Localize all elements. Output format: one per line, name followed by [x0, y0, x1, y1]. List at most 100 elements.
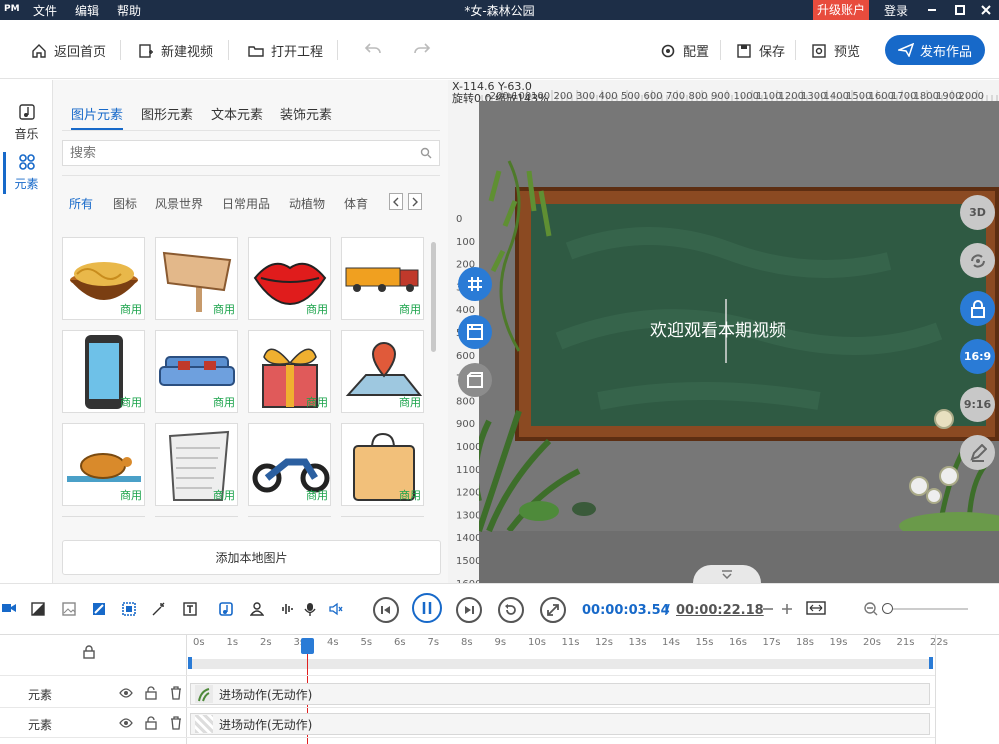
eye-icon[interactable]	[119, 718, 133, 728]
tab-shape-elements[interactable]: 图形元素	[141, 104, 193, 123]
undo-icon[interactable]	[364, 41, 382, 57]
lock-all-icon[interactable]	[82, 645, 96, 659]
category-animals-plants[interactable]: 动植物	[289, 195, 325, 212]
rotate-button[interactable]	[960, 243, 995, 278]
safe-frame-button[interactable]	[458, 315, 492, 349]
close-icon[interactable]	[975, 0, 997, 20]
fit-width-icon[interactable]	[806, 601, 826, 615]
ruler-label: 1100	[456, 465, 479, 476]
fullscreen-button[interactable]	[540, 597, 566, 623]
time-tick: 20s	[863, 637, 881, 648]
category-sports[interactable]: 体育	[344, 195, 368, 212]
element-shopping-bag[interactable]: 商用	[341, 423, 424, 506]
element-truck[interactable]: 商用	[341, 237, 424, 320]
plus-icon[interactable]	[781, 603, 793, 615]
pause-button[interactable]	[412, 593, 442, 623]
publish-button[interactable]: 发布作品	[885, 35, 985, 65]
clapboard-button[interactable]	[458, 363, 492, 397]
sidenav-item-elements[interactable]: 元素	[0, 153, 53, 192]
image-icon[interactable]	[62, 602, 76, 616]
tab-text-elements[interactable]: 文本元素	[211, 104, 263, 123]
search-icon[interactable]	[420, 147, 432, 159]
previous-button[interactable]	[373, 597, 399, 623]
trash-icon[interactable]	[170, 716, 182, 730]
element-phone[interactable]: 商用	[62, 330, 145, 413]
music-note-icon[interactable]	[219, 602, 233, 616]
eye-icon[interactable]	[119, 688, 133, 698]
time-ruler[interactable]: 0s 1s 2s 3s 4s 5s 6s 7s 8s 9s 10s 11s 12s 13s 14s 15s 16…	[187, 635, 948, 653]
element-sofa[interactable]: 商用	[155, 330, 238, 413]
track-clip[interactable]: 进场动作(无动作)	[190, 713, 930, 735]
mute-icon[interactable]	[329, 602, 343, 616]
effect-icon[interactable]	[122, 602, 136, 616]
shape-icon[interactable]	[92, 602, 106, 616]
unlock-icon[interactable]	[145, 716, 157, 730]
maximize-icon[interactable]	[949, 0, 971, 20]
element-map-pin[interactable]: 商用	[341, 330, 424, 413]
zoom-out-icon[interactable]	[864, 602, 878, 616]
element-roast-chicken[interactable]: 商用	[62, 423, 145, 506]
add-local-image-button[interactable]: 添加本地图片	[62, 540, 441, 575]
ratio-16-9-button[interactable]: 16:9	[960, 339, 995, 374]
person-icon[interactable]	[250, 602, 264, 616]
mask-icon[interactable]	[31, 602, 45, 616]
trash-icon[interactable]	[170, 686, 182, 700]
collapse-handle[interactable]	[693, 565, 761, 583]
grid-icon	[466, 275, 484, 293]
main-toolbar: 返回首页 新建视频 打开工程 配置 保存 预览 发布作品	[0, 20, 999, 79]
playhead-handle[interactable]	[301, 638, 314, 654]
track-clip[interactable]: 进场动作(无动作)	[190, 683, 930, 705]
element-noodles[interactable]: 商用	[62, 237, 145, 320]
element-gift[interactable]: 商用	[248, 330, 331, 413]
preview-button[interactable]: 预览	[811, 41, 860, 60]
save-button[interactable]: 保存	[736, 41, 785, 60]
text-icon[interactable]	[183, 602, 197, 616]
board-text[interactable]: 欢迎观看本期视频	[650, 316, 786, 341]
audio-wave-icon[interactable]	[281, 602, 295, 616]
microphone-icon[interactable]	[304, 602, 316, 616]
chevron-right-icon[interactable]	[408, 193, 422, 210]
login-button[interactable]: 登录	[884, 2, 908, 19]
three-d-button[interactable]: 3D	[960, 195, 995, 230]
library-scrollbar[interactable]	[431, 242, 436, 352]
edit-button[interactable]	[960, 435, 995, 470]
search-input[interactable]	[63, 141, 403, 165]
timeline-scrub-bar[interactable]	[190, 659, 932, 669]
zoom-slider-thumb[interactable]	[882, 603, 893, 614]
sidenav-item-music[interactable]: 音乐	[0, 103, 53, 142]
redo-icon[interactable]	[413, 41, 431, 57]
chevron-left-icon[interactable]	[389, 193, 403, 210]
unlock-icon[interactable]	[145, 686, 157, 700]
scene-preview[interactable]	[479, 101, 999, 583]
element-lips[interactable]: 商用	[248, 237, 331, 320]
home-button[interactable]: 返回首页	[31, 41, 106, 60]
replay-button[interactable]	[498, 597, 524, 623]
category-icons[interactable]: 图标	[113, 195, 137, 212]
minimize-icon[interactable]	[921, 0, 943, 20]
total-time[interactable]: 00:00:22.18	[676, 603, 764, 618]
magic-icon[interactable]	[152, 602, 166, 616]
category-daily[interactable]: 日常用品	[222, 195, 270, 212]
elements-icon	[0, 153, 53, 171]
upgrade-account-button[interactable]: 升级账户	[813, 0, 869, 20]
tab-image-elements[interactable]: 图片元素	[71, 104, 123, 123]
new-video-button[interactable]: 新建视频	[138, 41, 213, 60]
category-scenery[interactable]: 风景世界	[155, 195, 203, 212]
minus-icon[interactable]	[762, 603, 774, 615]
camera-icon[interactable]	[2, 602, 16, 614]
element-motorcycle[interactable]: 商用	[248, 423, 331, 506]
element-wood-sign[interactable]: 商用	[155, 237, 238, 320]
time-tick: 9s	[494, 637, 507, 648]
lock-button[interactable]	[960, 291, 995, 326]
element-paper-stack[interactable]: 商用	[155, 423, 238, 506]
grid-button[interactable]	[458, 267, 492, 301]
zoom-slider[interactable]	[882, 608, 968, 610]
ratio-9-16-button[interactable]: 9:16	[960, 387, 995, 422]
track-label: 元素	[28, 688, 53, 702]
open-project-button[interactable]: 打开工程	[248, 41, 323, 60]
config-button[interactable]: 配置	[660, 41, 709, 60]
tab-decoration-elements[interactable]: 装饰元素	[280, 104, 332, 123]
ruler-label: 400	[599, 91, 618, 101]
category-all[interactable]: 所有	[69, 195, 93, 212]
next-button[interactable]	[456, 597, 482, 623]
